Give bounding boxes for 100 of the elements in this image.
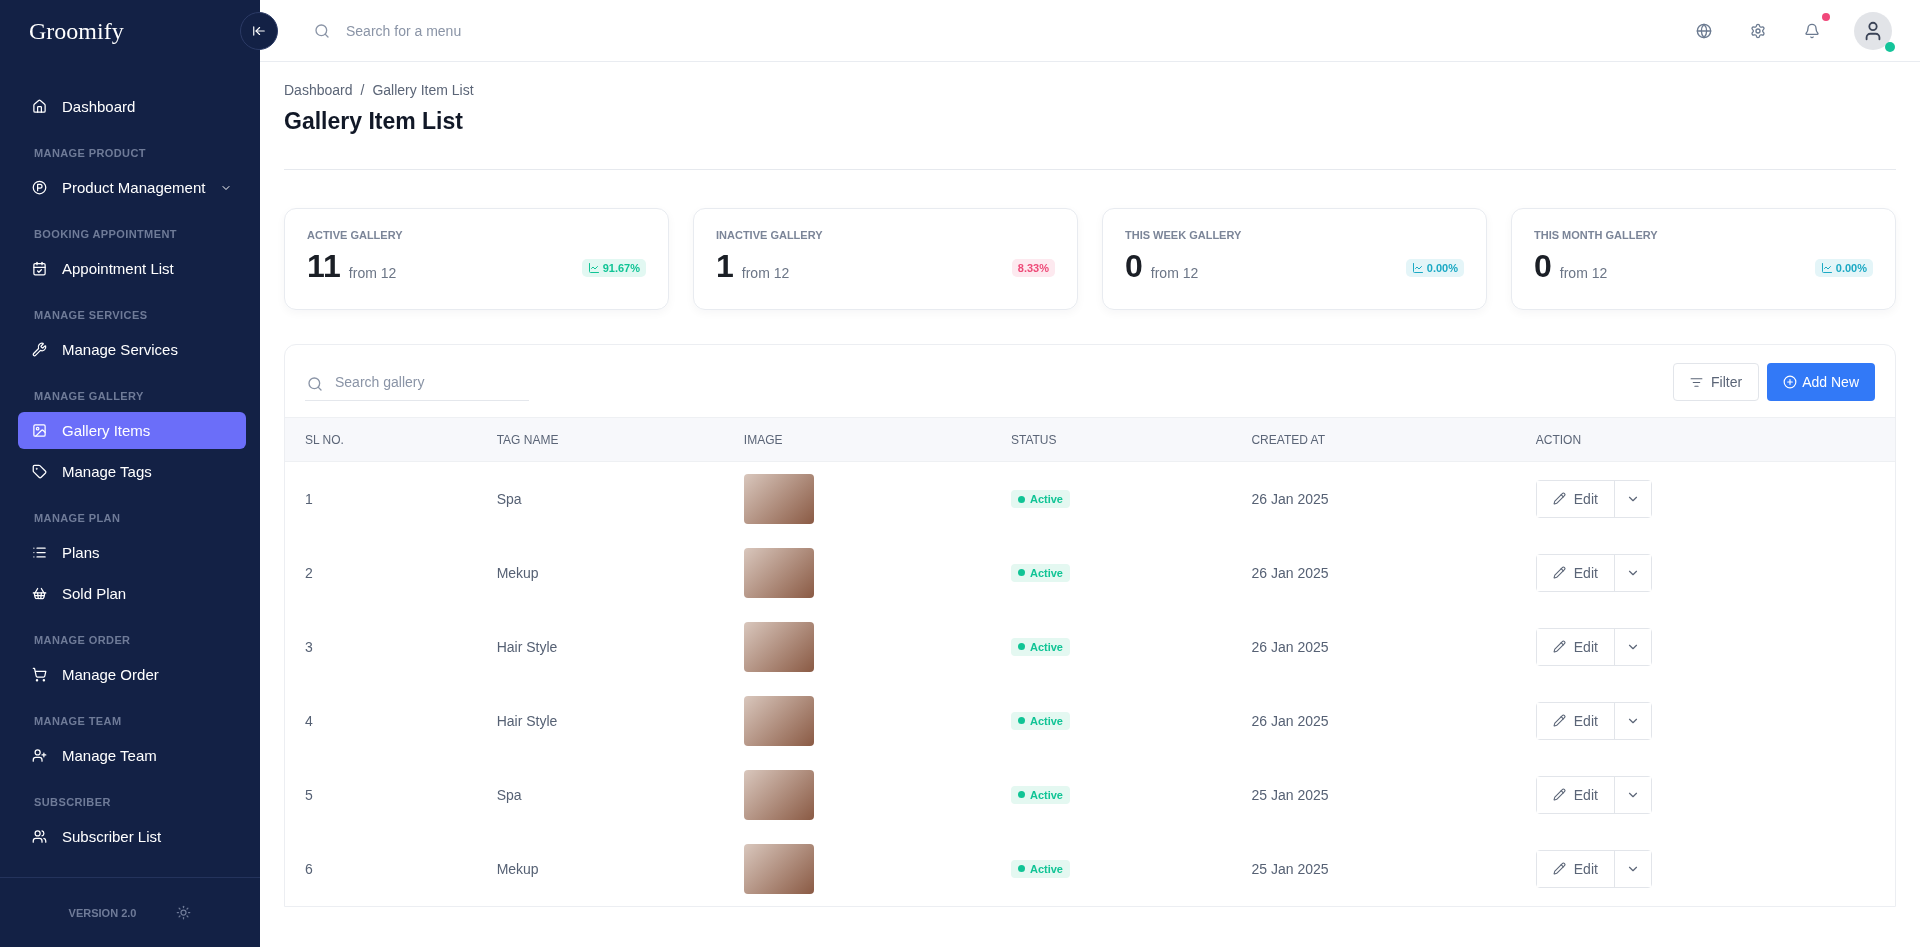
filter-button[interactable]: Filter (1673, 363, 1760, 401)
filter-icon (1690, 375, 1704, 389)
edit-button[interactable]: Edit (1536, 776, 1615, 813)
section-label: BOOKING APPOINTMENT (33, 227, 178, 242)
stat-value: 1 (716, 249, 734, 283)
stat-label: THIS MONTH GALLERY (1534, 229, 1659, 241)
sidebar-item[interactable]: Appointment List (18, 250, 247, 287)
status-badge: Active (1010, 859, 1070, 878)
sun-icon[interactable] (176, 905, 192, 920)
change-badge: 0.00% (1405, 259, 1464, 277)
pencil-icon (1552, 862, 1566, 875)
status-badge: Active (1010, 711, 1070, 730)
section-label: MANAGE PLAN (33, 511, 122, 526)
status-badge: Active (1010, 637, 1070, 656)
stat-label: THIS WEEK GALLERY (1125, 229, 1243, 241)
photo-placeholder (743, 769, 814, 820)
section-label: SUBSCRIBER (33, 795, 112, 810)
table-cell-text: 26 Jan 2025 (1250, 563, 1330, 583)
stat-total: from 12 (1559, 265, 1609, 281)
breadcrumb-item: Gallery Item List (372, 82, 474, 98)
edit-button[interactable]: Edit (1536, 850, 1615, 887)
sidebar-item[interactable]: Gallery Items (18, 412, 247, 449)
status-badge: Active (1010, 785, 1070, 804)
breadcrumb-item[interactable]: Dashboard (284, 82, 353, 98)
brand-logo: Groomify (29, 17, 124, 45)
sidebar-item[interactable]: Plans (18, 534, 247, 571)
stat-total: from 12 (348, 265, 398, 281)
p-circle-icon (32, 180, 47, 195)
users-icon (32, 829, 47, 844)
column-header: STATUS (990, 417, 1232, 462)
search-icon (314, 22, 330, 39)
pencil-icon (1552, 492, 1566, 506)
add-new-button[interactable]: Add New (1767, 363, 1875, 401)
sidebar-item[interactable]: Manage Tags (18, 453, 247, 490)
home-icon (32, 99, 47, 114)
calendar-icon (32, 261, 47, 276)
photo-placeholder (743, 621, 814, 672)
section-label: MANAGE TEAM (33, 714, 123, 729)
section-label: MANAGE ORDER (33, 633, 132, 648)
tag-icon (32, 464, 47, 479)
stat-label: ACTIVE GALLERY (307, 229, 404, 241)
change-badge: 0.00% (1814, 259, 1873, 277)
sidebar-item[interactable]: Sold Plan (18, 575, 247, 612)
table-cell-text: Mekup (495, 563, 540, 583)
search-icon (307, 375, 323, 392)
table-cell-text: 26 Jan 2025 (1250, 637, 1330, 657)
sidebar-item[interactable]: Manage Services (18, 331, 247, 368)
stat-value: 0 (1534, 249, 1552, 283)
user-plus-icon (32, 748, 47, 763)
arrow-to-line-icon (252, 24, 266, 38)
sidebar-item[interactable]: Subscriber List (18, 818, 247, 855)
cart-icon (32, 667, 47, 682)
table-cell-text: 26 Jan 2025 (1250, 711, 1330, 731)
search-field[interactable]: Search for a menu (344, 21, 529, 40)
pencil-icon (1552, 714, 1566, 727)
edit-button[interactable]: Edit (1536, 702, 1615, 739)
table-cell: Spa (476, 461, 724, 536)
column-header: TAG NAME (476, 417, 724, 462)
table-cell-text: Hair Style (495, 637, 559, 657)
edit-button[interactable]: Edit (1536, 628, 1615, 665)
photo-placeholder (743, 843, 814, 894)
sidebar-item[interactable]: Product Management (18, 169, 247, 206)
pencil-icon (1552, 788, 1566, 801)
breadcrumb-separator: / (360, 82, 365, 98)
section-label: MANAGE GALLERY (33, 389, 145, 404)
pencil-icon (1552, 566, 1566, 579)
change-badge: 91.67% (581, 259, 646, 277)
column-header: ACTION (1515, 417, 1895, 462)
sidebar-item[interactable]: Manage Order (18, 656, 247, 693)
stat-total: from 12 (741, 265, 791, 281)
sidebar-item[interactable]: Manage Team (18, 737, 247, 774)
table-cell-text: 25 Jan 2025 (1250, 859, 1330, 879)
table-cell-text: Hair Style (495, 711, 559, 731)
stat-label: INACTIVE GALLERY (716, 229, 824, 241)
page-title: Gallery Item List (284, 108, 464, 135)
table-cell: 26 Jan 2025 (1231, 461, 1516, 536)
edit-button[interactable]: Edit (1536, 554, 1615, 591)
column-header: CREATED AT (1231, 417, 1516, 462)
column-header: SL NO. (285, 417, 477, 462)
table-cell-text: 2 (304, 563, 314, 583)
section-label: MANAGE PRODUCT (33, 146, 147, 161)
table-cell-text: Spa (495, 785, 523, 805)
wrench-icon (32, 342, 47, 357)
status-badge: Active (1010, 490, 1070, 508)
avatar[interactable] (1854, 11, 1892, 50)
change-badge: 8.33% (1011, 259, 1055, 277)
edit-button[interactable]: Edit (1536, 480, 1615, 517)
stat-value: 0 (1125, 249, 1143, 283)
table-cell-text: 4 (304, 711, 314, 731)
collapse-button[interactable] (240, 12, 278, 50)
version-label: VERSION 2.0 (68, 906, 137, 919)
table-cell-text: 3 (304, 637, 314, 657)
list-icon (32, 545, 47, 560)
table-cell-text: 5 (304, 785, 314, 805)
sidebar-item[interactable]: Dashboard (18, 88, 247, 125)
column-header: IMAGE (723, 417, 991, 462)
photo-placeholder (743, 695, 814, 746)
table-cell-text: 6 (304, 859, 314, 879)
table-cell-text: 25 Jan 2025 (1250, 785, 1330, 805)
table-cell: 1 (285, 461, 477, 536)
